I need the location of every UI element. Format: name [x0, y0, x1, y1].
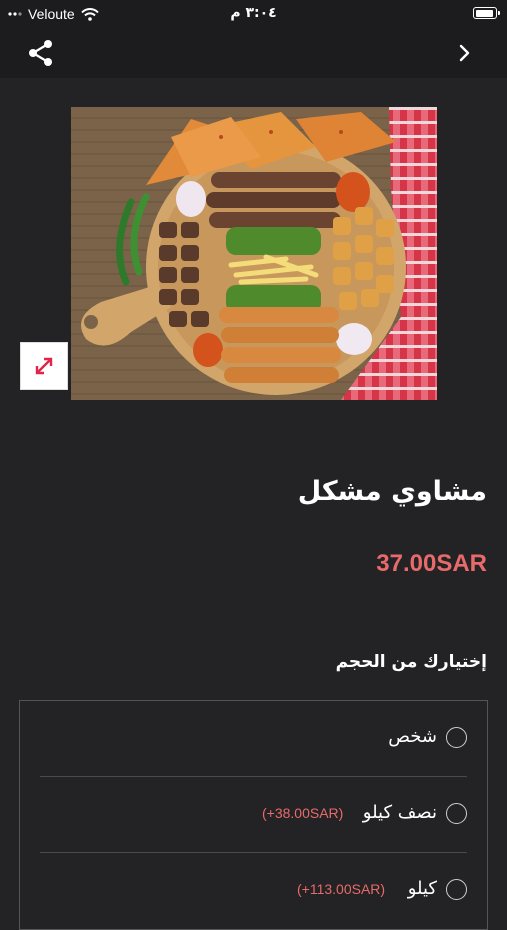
option-price: (+38.00SAR) — [262, 805, 344, 821]
size-option-half-kilo[interactable]: نصف كيلو (+38.00SAR) — [40, 777, 467, 853]
product-price: 37.00SAR — [376, 550, 487, 577]
product-title: مشاوي مشكل — [297, 476, 487, 507]
status-bar: Veloute ٣:٠٤ م — [0, 0, 507, 28]
battery-icon — [473, 7, 500, 19]
size-options-label: إختيارك من الحجم — [335, 652, 487, 672]
size-option-kilo[interactable]: كيلو (+113.00SAR) — [40, 853, 467, 929]
radio-button[interactable] — [446, 879, 467, 900]
share-icon — [29, 40, 52, 66]
chevron-right-icon — [459, 44, 470, 62]
expand-icon — [35, 357, 53, 375]
option-name: شخص — [388, 726, 437, 747]
radio-button[interactable] — [446, 803, 467, 824]
option-name: نصف كيلو — [362, 802, 437, 823]
size-option-person[interactable]: شخص — [40, 701, 467, 777]
grill-platter-illustration — [71, 107, 437, 400]
top-nav-bar — [0, 28, 507, 78]
status-time: ٣:٠٤ م — [230, 5, 277, 21]
size-options-list: شخص نصف كيلو (+38.00SAR) كيلو (+113.00SA… — [19, 700, 488, 930]
product-image[interactable] — [71, 107, 437, 400]
option-price: (+113.00SAR) — [297, 881, 386, 897]
option-name: كيلو — [407, 878, 437, 899]
back-button[interactable] — [453, 41, 477, 65]
expand-image-button[interactable] — [20, 342, 68, 390]
share-button[interactable] — [26, 38, 56, 68]
radio-button[interactable] — [446, 727, 467, 748]
